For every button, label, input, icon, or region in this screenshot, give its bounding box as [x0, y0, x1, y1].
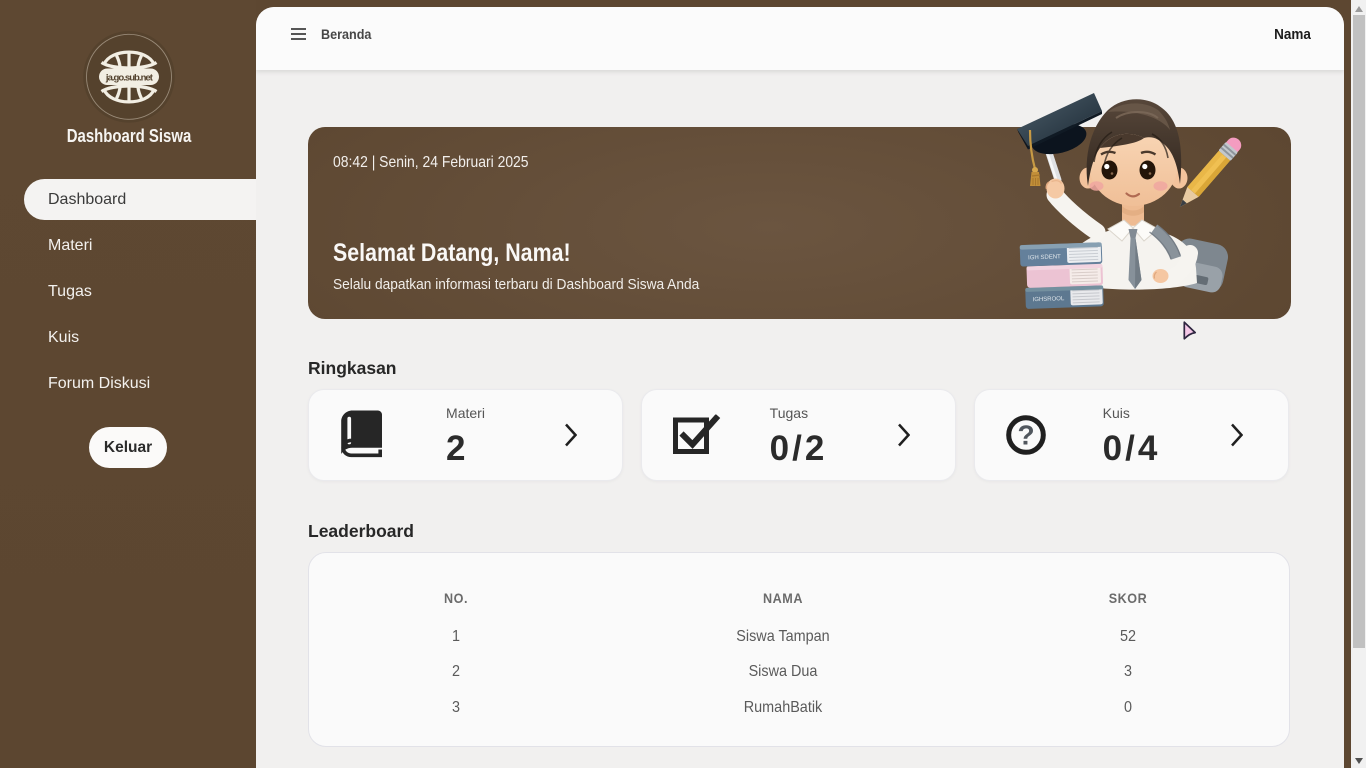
svg-text:IGH SDENT: IGH SDENT: [1028, 254, 1061, 261]
svg-text:ja.go.sub.net: ja.go.sub.net: [105, 73, 154, 84]
svg-text:IGHSROOL: IGHSROOL: [1033, 296, 1066, 303]
svg-text:?: ?: [1017, 420, 1034, 451]
